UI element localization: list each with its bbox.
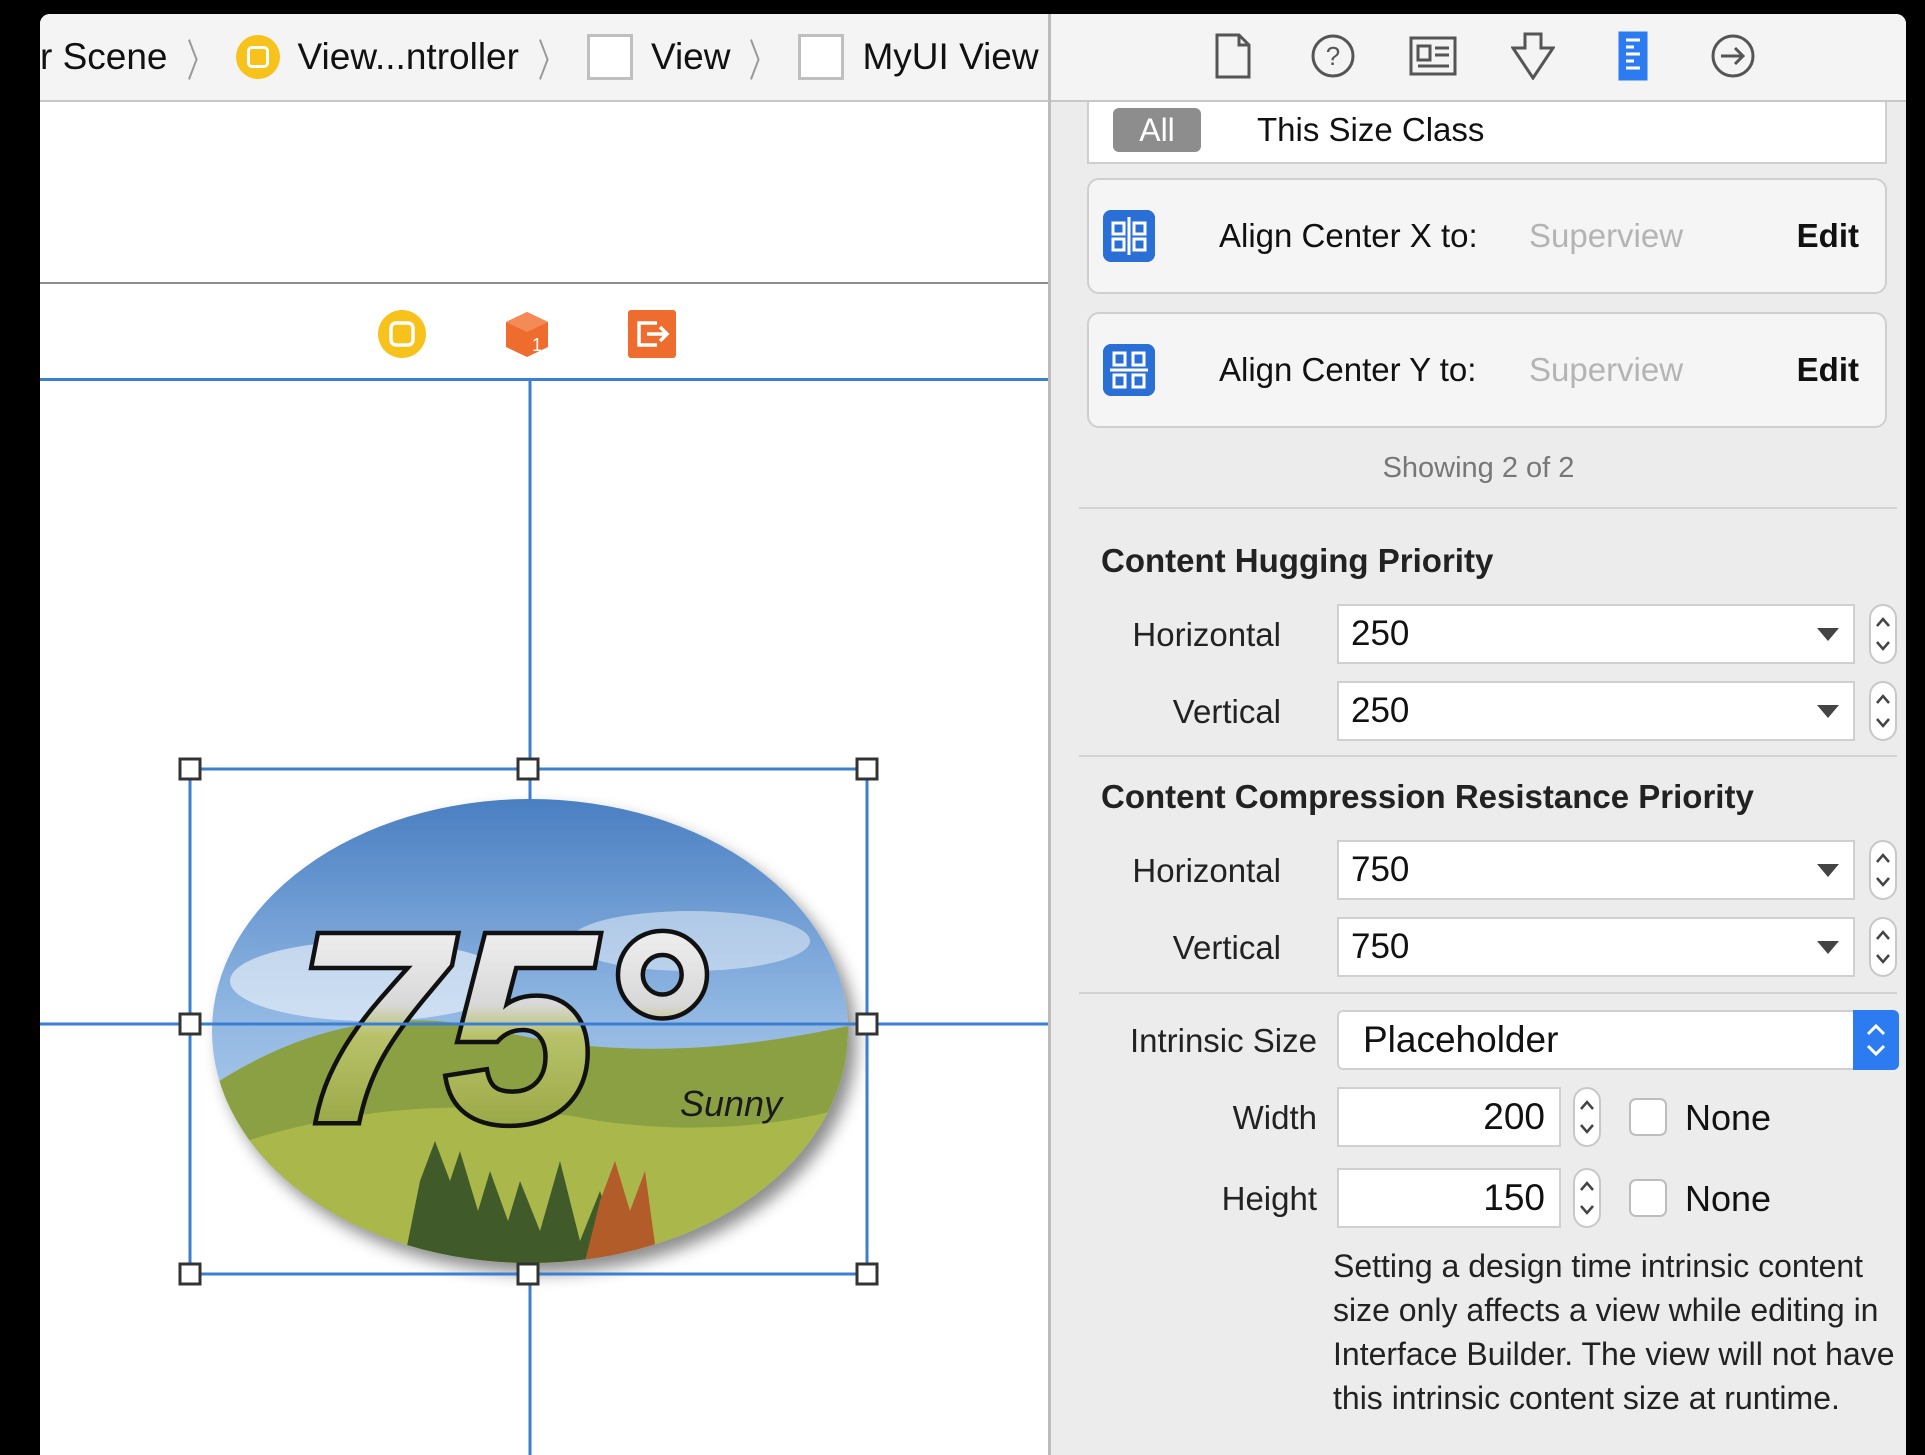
constraint-center-x[interactable]: Align Center X to: Superview Edit	[1087, 178, 1887, 294]
hugging-title: Content Hugging Priority	[1101, 542, 1494, 579]
compression-horizontal-value: 750	[1351, 850, 1410, 889]
compression-vertical-stepper[interactable]	[1869, 917, 1897, 977]
width-none-checkbox[interactable]	[1629, 1098, 1667, 1136]
breadcrumb-controller-label: View...ntroller	[297, 36, 519, 77]
view-icon	[798, 34, 845, 80]
intrinsic-size-popup[interactable]: Placeholder	[1337, 1010, 1899, 1070]
breadcrumb-controller[interactable]: View...ntroller 〉	[235, 14, 587, 100]
constraint-target: Superview	[1529, 217, 1684, 254]
scene-top-area	[40, 102, 1048, 284]
divider	[1079, 507, 1897, 509]
view-controller-icon[interactable]	[377, 309, 427, 359]
constraint-center-y[interactable]: Align Center Y to: Superview Edit	[1087, 312, 1887, 428]
filter-all-button[interactable]: All	[1113, 108, 1201, 152]
hugging-horizontal-combo[interactable]: 250	[1337, 604, 1855, 664]
intrinsic-size-value: Placeholder	[1363, 1019, 1559, 1060]
height-none-label: None	[1685, 1178, 1772, 1219]
identity-icon[interactable]	[1407, 30, 1459, 82]
hugging-horizontal-label: Horizontal	[1132, 616, 1281, 653]
constraints-count: Showing 2 of 2	[1382, 452, 1575, 484]
hugging-vertical-label: Vertical	[1172, 693, 1281, 730]
dropdown-arrow-icon[interactable]	[1817, 628, 1839, 641]
divider	[1079, 992, 1897, 994]
compression-horizontal-label: Horizontal	[1132, 852, 1281, 889]
breadcrumb-scene-label: r Scene	[40, 36, 168, 77]
width-label: Width	[1232, 1099, 1317, 1136]
chevron-right-icon: 〉	[749, 37, 776, 86]
svg-text:75°: 75°	[295, 878, 705, 1179]
popup-chevron-icon[interactable]	[1853, 1010, 1899, 1070]
exit-icon[interactable]	[627, 309, 677, 359]
edit-constraint-button[interactable]: Edit	[1797, 180, 1859, 292]
intrinsic-height-value: 150	[1483, 1177, 1545, 1218]
svg-text:1: 1	[532, 335, 542, 355]
intrinsic-width-stepper[interactable]	[1573, 1087, 1601, 1147]
filter-this-size-class-button[interactable]: This Size Class	[1257, 108, 1484, 152]
xcode-window: r Scene 〉 View...ntroller 〉 View 〉 MyUI …	[40, 14, 1906, 1455]
first-responder-icon[interactable]: 1	[502, 309, 552, 359]
constraint-label: Align Center Y to:	[1219, 351, 1477, 388]
file-icon[interactable]	[1207, 30, 1259, 82]
size-ruler-icon[interactable]	[1607, 30, 1659, 82]
compression-vertical-value: 750	[1351, 927, 1410, 966]
resize-handle[interactable]	[516, 1262, 540, 1286]
breadcrumb-scene[interactable]: r Scene 〉	[40, 14, 236, 100]
size-inspector: ? All This Size Class Align Center X to:…	[1051, 14, 1906, 1455]
chevron-right-icon: 〉	[186, 37, 213, 86]
resize-handle[interactable]	[178, 1012, 202, 1036]
svg-text:?: ?	[1326, 41, 1340, 71]
compression-vertical-label: Vertical	[1172, 929, 1281, 966]
edit-constraint-button[interactable]: Edit	[1797, 314, 1859, 426]
view-canvas: 75° Sunny	[40, 381, 1048, 1455]
compression-vertical-combo[interactable]: 750	[1337, 917, 1855, 977]
breadcrumb-myui-view[interactable]: MyUI View	[798, 14, 1039, 100]
divider	[1079, 755, 1897, 757]
align-center-y-icon	[1103, 344, 1155, 396]
scene-dock: 1	[40, 284, 1048, 381]
resize-handle[interactable]	[855, 1012, 879, 1036]
resize-handle[interactable]	[178, 1262, 202, 1286]
align-center-x-icon	[1103, 210, 1155, 262]
breadcrumb-myui-label: MyUI View	[862, 36, 1039, 77]
connections-icon[interactable]	[1707, 30, 1759, 82]
view-controller-icon	[235, 35, 280, 79]
hugging-vertical-value: 250	[1351, 691, 1410, 730]
intrinsic-width-field[interactable]: 200	[1337, 1087, 1561, 1147]
compression-horizontal-stepper[interactable]	[1869, 840, 1897, 900]
intrinsic-height-stepper[interactable]	[1573, 1168, 1601, 1228]
jump-bar: r Scene 〉 View...ntroller 〉 View 〉 MyUI …	[40, 14, 1048, 102]
compression-title: Content Compression Resistance Priority	[1101, 778, 1754, 815]
view-icon	[586, 34, 633, 80]
hugging-vertical-combo[interactable]: 250	[1337, 681, 1855, 741]
constraint-target: Superview	[1529, 351, 1684, 388]
inspector-tab-bar: ?	[1051, 14, 1906, 102]
help-icon[interactable]: ?	[1307, 30, 1359, 82]
hugging-vertical-stepper[interactable]	[1869, 681, 1897, 741]
resize-handle[interactable]	[516, 757, 540, 781]
hugging-horizontal-value: 250	[1351, 614, 1410, 653]
dropdown-arrow-icon[interactable]	[1817, 941, 1839, 954]
dropdown-arrow-icon[interactable]	[1817, 864, 1839, 877]
intrinsic-height-field[interactable]: 150	[1337, 1168, 1561, 1228]
resize-handle[interactable]	[178, 757, 202, 781]
intrinsic-size-note: Setting a design time intrinsic content …	[1333, 1248, 1895, 1416]
intrinsic-width-value: 200	[1483, 1096, 1545, 1137]
size-class-filter: All This Size Class	[1087, 102, 1887, 164]
breadcrumb-view[interactable]: View 〉	[586, 14, 799, 100]
breadcrumb-view-label: View	[650, 36, 731, 77]
height-none-checkbox[interactable]	[1629, 1179, 1667, 1217]
resize-handle[interactable]	[855, 1262, 879, 1286]
height-label: Height	[1221, 1180, 1317, 1217]
intrinsic-size-label: Intrinsic Size	[1129, 1022, 1317, 1059]
hugging-horizontal-stepper[interactable]	[1869, 604, 1897, 664]
constraint-label: Align Center X to:	[1219, 217, 1478, 254]
dropdown-arrow-icon[interactable]	[1817, 705, 1839, 718]
compression-horizontal-combo[interactable]: 750	[1337, 840, 1855, 900]
attributes-icon[interactable]	[1507, 30, 1559, 82]
chevron-right-icon: 〉	[537, 37, 565, 86]
resize-handle[interactable]	[855, 757, 879, 781]
width-none-label: None	[1685, 1097, 1772, 1138]
condition-text: Sunny	[680, 1083, 784, 1124]
canvas-pane: r Scene 〉 View...ntroller 〉 View 〉 MyUI …	[40, 14, 1048, 1455]
